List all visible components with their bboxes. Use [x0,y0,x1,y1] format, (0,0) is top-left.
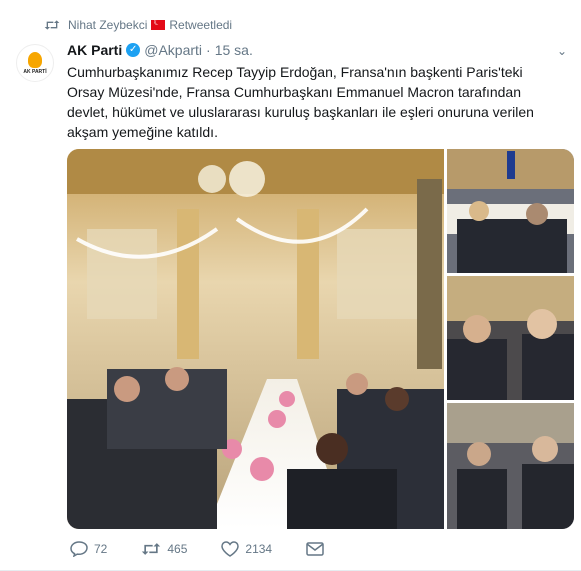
retweeter-name[interactable]: Nihat Zeybekci [68,18,147,32]
separator: · [206,42,211,58]
media-grid[interactable] [67,149,574,529]
thumbnail-bottom[interactable] [447,403,574,529]
thumbnail-top[interactable] [447,149,574,273]
bulb-logo-icon [28,51,42,68]
retweet-icon [142,543,161,555]
direct-message-button[interactable] [306,542,330,556]
chevron-down-icon[interactable]: ⌄ [557,44,567,58]
retweet-context: Nihat Zeybekci Retweetledi [44,17,233,32]
direct-message-icon [306,542,324,556]
retweet-count: 465 [167,542,188,556]
tweet-actions: 72 465 2134 [70,541,364,557]
avatar[interactable]: AK PARTİ [16,44,54,82]
author-handle[interactable]: @Akparti [144,42,202,58]
retweet-label: Retweetledi [169,18,233,32]
main-dinner-photo[interactable] [67,149,444,529]
like-count: 2134 [245,542,273,556]
reply-button[interactable]: 72 [70,541,107,557]
like-icon [221,541,240,557]
author-name[interactable]: AK Parti [67,42,122,58]
retweet-button[interactable]: 465 [141,541,187,557]
turkey-flag-icon [151,17,166,30]
reply-count: 72 [94,542,108,556]
thumbnail-middle[interactable] [447,276,574,400]
media-photos [67,149,574,529]
tweet-text: Cumhurbaşkanımız Recep Tayyip Erdoğan, F… [67,64,534,140]
retweet-icon [44,20,60,30]
tweet-card[interactable]: Nihat Zeybekci Retweetledi AK PARTİ AK P… [0,0,581,571]
like-button[interactable]: 2134 [221,541,272,557]
tweet-time[interactable]: 15 sa. [215,42,253,58]
avatar-text: AK PARTİ [23,68,47,75]
tweet-header: AK Parti ✓ @Akparti · 15 sa. [67,42,253,58]
reply-icon [70,541,88,557]
verified-icon: ✓ [126,43,141,57]
